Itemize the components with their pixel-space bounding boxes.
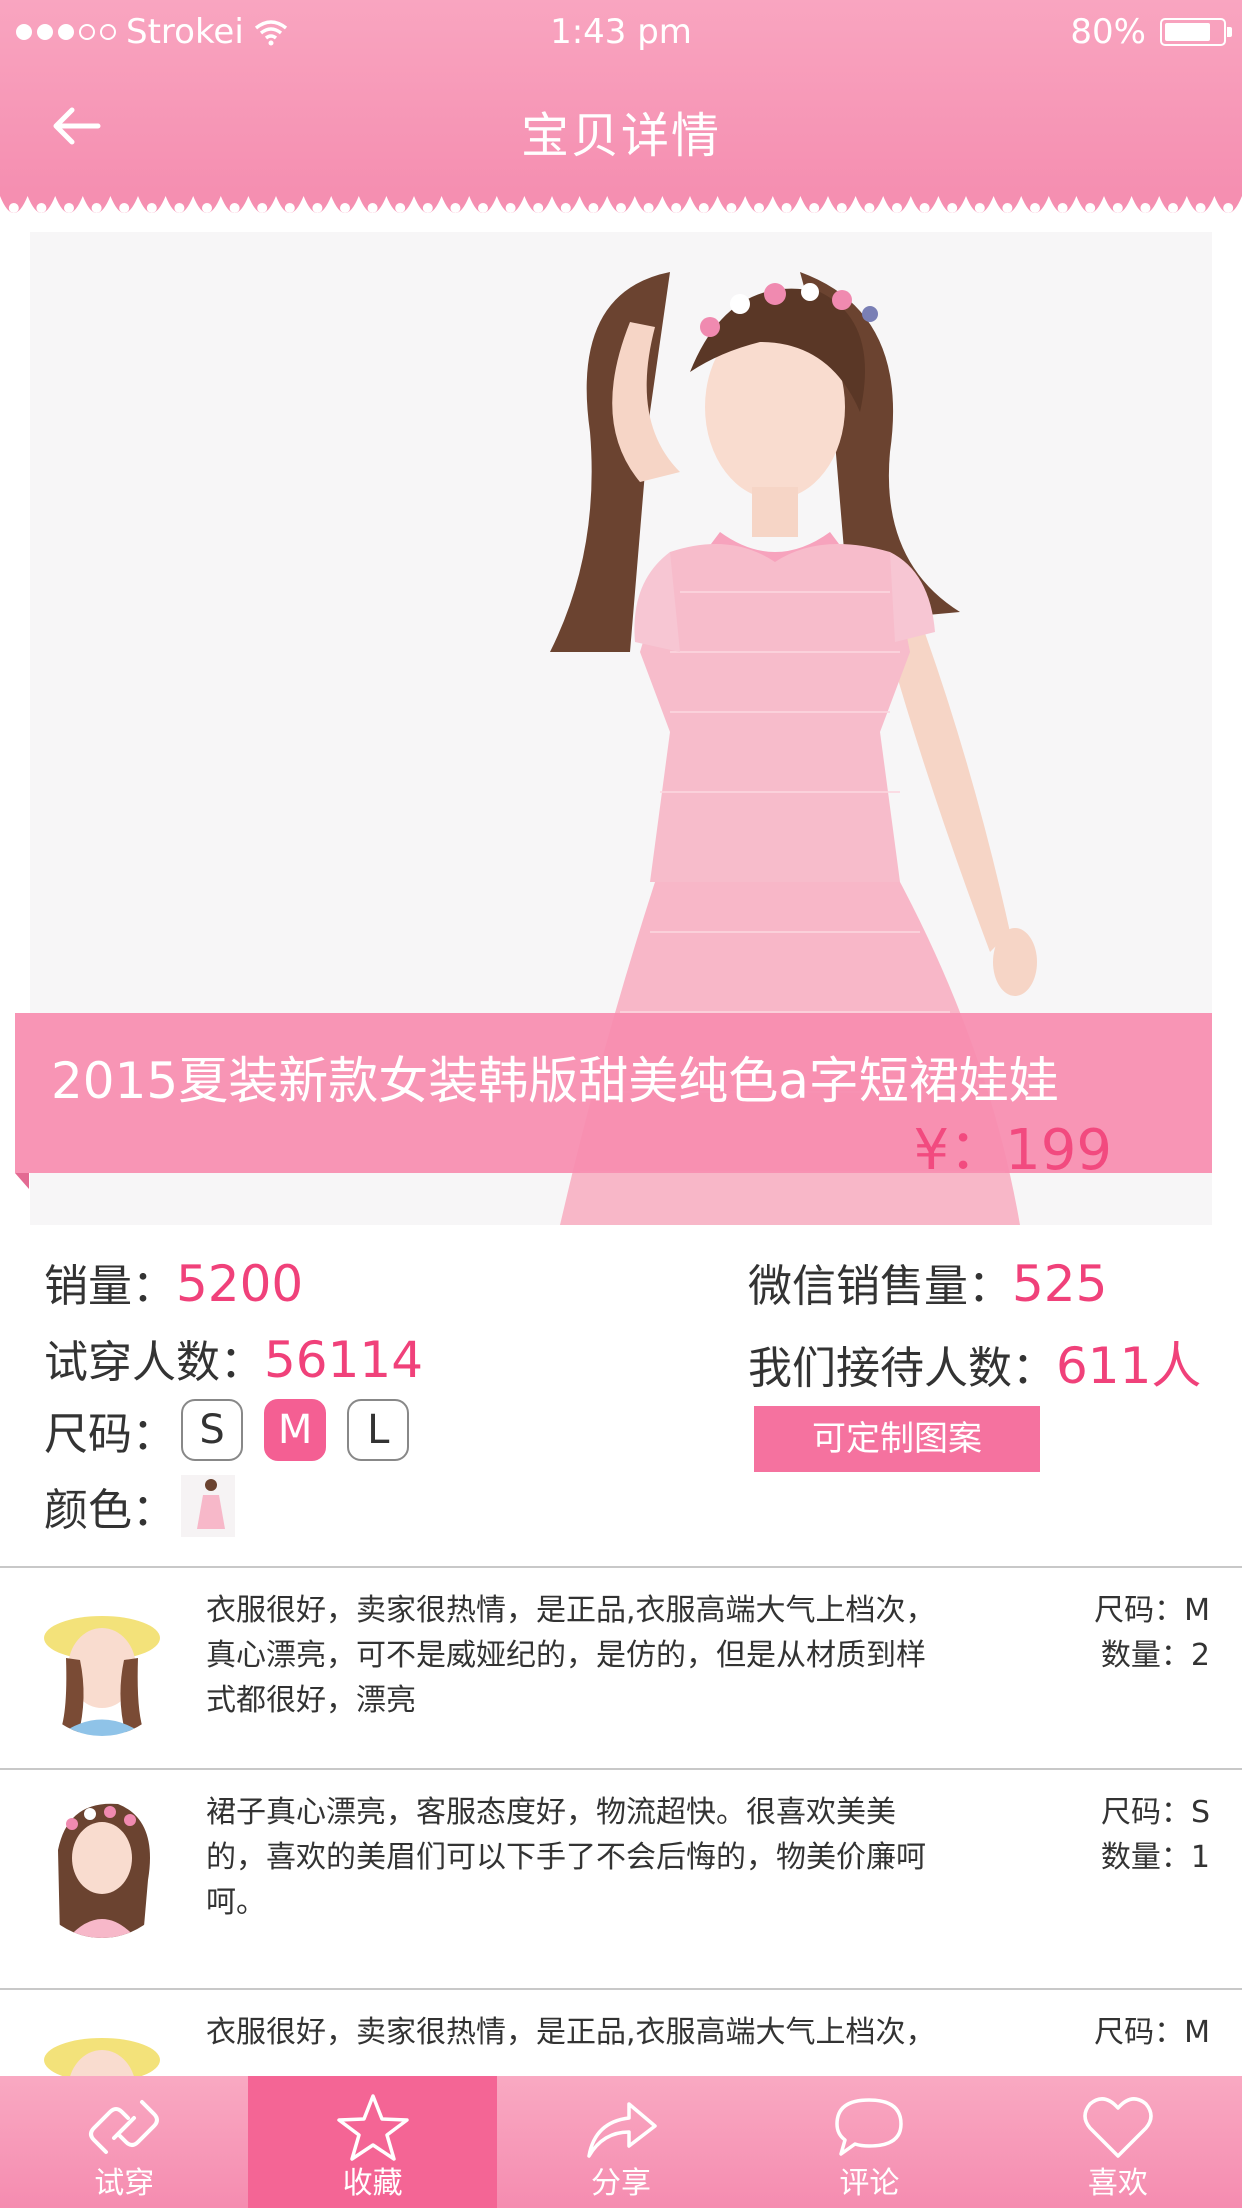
review-item: 衣服很好，卖家很热情，是正品,衣服高端大气上档次， 尺码：M <box>0 1990 1242 2076</box>
review-text: 衣服很好，卖家很热情，是正品,衣服高端大气上档次，真心漂亮，可不是威娅纪的，是仿… <box>206 1593 936 1718</box>
reception-value: 611人 <box>1056 1337 1202 1395</box>
tab-label: 喜欢 <box>1087 2166 1148 2201</box>
size-label: 尺码： <box>44 1409 176 1460</box>
bottom-tab-bar: 试穿 收藏 分享 评论 喜欢 <box>0 2076 1242 2208</box>
page-title: 宝贝详情 <box>520 108 721 164</box>
heart-icon <box>1083 2097 1153 2158</box>
review-item: 裙子真心漂亮，客服态度好，物流超快。很喜欢美美的，喜欢的美眉们可以下手了不会后悔… <box>0 1770 1242 1988</box>
status-time: 1:43 pm <box>550 12 692 52</box>
tab-favorite[interactable]: 收藏 <box>248 2076 497 2208</box>
tab-try-on[interactable]: 试穿 <box>0 2076 248 2208</box>
product-price: ¥：199 <box>913 1118 1112 1183</box>
tab-label: 分享 <box>591 2166 652 2201</box>
banner-fold <box>15 1173 29 1189</box>
size-option-m[interactable]: M <box>264 1399 327 1461</box>
review-size: 尺码：S <box>1100 1795 1210 1830</box>
tryon-value: 56114 <box>264 1331 424 1389</box>
review-size: 尺码：M <box>1094 1593 1210 1628</box>
tab-label: 试穿 <box>94 2166 155 2201</box>
product-info: 销量：5200 微信销售量：525 试穿人数：56114 我们接待人数：611人… <box>0 1240 1242 1565</box>
size-option-l[interactable]: L <box>347 1399 410 1461</box>
color-swatch-pink[interactable] <box>181 1475 236 1537</box>
tab-share[interactable]: 分享 <box>497 2076 745 2208</box>
review-text: 衣服很好，卖家很热情，是正品,衣服高端大气上档次， <box>206 2015 936 2050</box>
sales-label: 销量： <box>44 1261 176 1312</box>
battery-percent: 80% <box>1070 12 1146 52</box>
reviewer-avatar <box>28 2010 176 2076</box>
color-label: 颜色： <box>44 1485 176 1536</box>
sales-value: 5200 <box>176 1255 304 1313</box>
tab-label: 收藏 <box>342 2166 403 2201</box>
top-bar: Strokei 1:43 pm 80% 宝贝详情 <box>0 0 1242 190</box>
star-icon <box>336 2094 409 2161</box>
reception-label: 我们接待人数： <box>748 1343 1056 1394</box>
product-banner: 2015夏装新款女装韩版甜美纯色a字短裙娃娃 ¥：199 <box>15 1013 1212 1183</box>
tab-comment[interactable]: 评论 <box>745 2076 993 2208</box>
speech-bubble-icon <box>835 2098 904 2156</box>
hanger-link-icon <box>89 2100 160 2154</box>
size-option-s[interactable]: S <box>181 1399 244 1461</box>
lace-border <box>0 188 1242 213</box>
review-text: 裙子真心漂亮，客服态度好，物流超快。很喜欢美美的，喜欢的美眉们可以下手了不会后悔… <box>206 1795 926 1920</box>
product-name: 2015夏装新款女装韩版甜美纯色a字短裙娃娃 <box>51 1052 1059 1110</box>
wechat-sales-value: 525 <box>1012 1255 1108 1313</box>
status-bar: Strokei 1:43 pm 80% <box>0 0 1242 64</box>
wechat-sales-label: 微信销售量： <box>748 1261 1012 1312</box>
tryon-label: 试穿人数： <box>44 1337 264 1388</box>
customize-pattern-button[interactable]: 可定制图案 <box>754 1406 1040 1472</box>
share-arrow-icon <box>587 2102 657 2158</box>
review-size: 尺码：M <box>1094 2015 1210 2050</box>
reviewer-avatar <box>28 1790 176 1938</box>
review-item: 衣服很好，卖家很热情，是正品,衣服高端大气上档次，真心漂亮，可不是威娅纪的，是仿… <box>0 1568 1242 1768</box>
battery-icon <box>1160 18 1232 46</box>
review-quantity: 数量：1 <box>1100 1840 1210 1875</box>
tab-like[interactable]: 喜欢 <box>994 2076 1242 2208</box>
tab-label: 评论 <box>839 2166 900 2201</box>
review-quantity: 数量：2 <box>1100 1638 1210 1673</box>
reviewer-avatar <box>28 1588 176 1736</box>
